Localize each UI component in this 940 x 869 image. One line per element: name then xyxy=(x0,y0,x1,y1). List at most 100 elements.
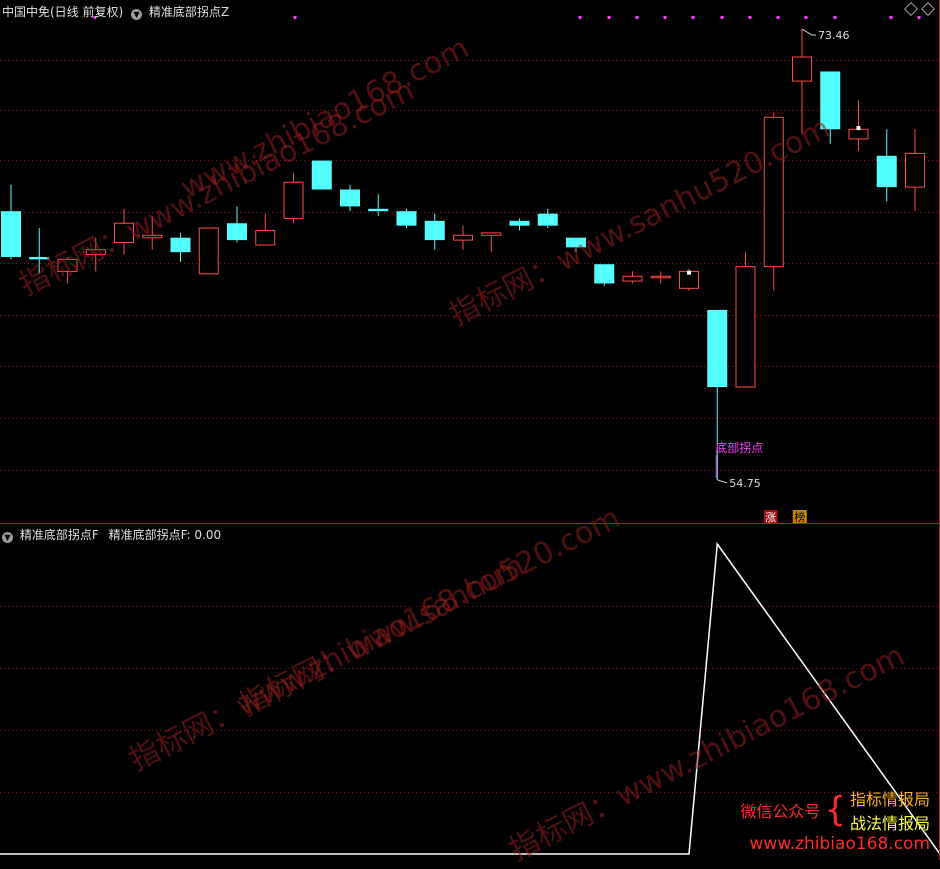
promo-block: 微信公众号 { 指标情报局 战法情报局 www.zhibiao168.com xyxy=(740,786,930,854)
chevron-down-icon[interactable]: ▼ xyxy=(131,9,143,20)
candle-body-down xyxy=(311,160,332,190)
candle-body-up xyxy=(650,275,671,279)
top-marker-dot xyxy=(776,16,780,19)
top-marker-dot xyxy=(663,16,667,19)
top-marker-dot xyxy=(720,16,724,19)
candle[interactable] xyxy=(255,213,276,246)
max-price-label: 73.46 xyxy=(818,29,850,42)
candle-body-down xyxy=(368,208,389,212)
indicator-title[interactable]: 精准底部拐点Z xyxy=(149,5,229,19)
candle[interactable] xyxy=(566,237,586,253)
candle-body-up xyxy=(453,234,473,241)
min-pointer xyxy=(717,479,728,484)
candle-body-up xyxy=(114,222,134,244)
candle-body-down xyxy=(170,237,191,253)
candle-body-down xyxy=(340,189,360,207)
candle[interactable] xyxy=(57,256,78,284)
candle[interactable] xyxy=(340,184,360,212)
candle-body-down xyxy=(1,211,21,257)
candle-body-down xyxy=(820,71,841,130)
top-marker-dot xyxy=(804,16,808,19)
candle[interactable] xyxy=(792,29,812,135)
candle[interactable] xyxy=(170,232,191,262)
top-marker-dot xyxy=(748,16,752,19)
candle-body-up xyxy=(85,249,106,256)
top-marker-dot xyxy=(917,16,921,19)
candle[interactable] xyxy=(650,271,671,284)
candle-body-down xyxy=(876,155,897,188)
min-price-label: 54.75 xyxy=(729,477,761,490)
candle[interactable] xyxy=(481,232,502,253)
candle[interactable] xyxy=(29,228,50,274)
candle-body-down xyxy=(509,220,530,226)
promo-line-1: 指标情报局 xyxy=(849,790,930,809)
candle[interactable] xyxy=(876,129,897,202)
top-marker-dot xyxy=(607,16,611,19)
candle[interactable] xyxy=(820,71,841,144)
candle-body-down xyxy=(396,211,417,226)
candle-body-up xyxy=(763,116,784,268)
candle[interactable] xyxy=(735,252,756,388)
sub-indicator-name[interactable]: 精准底部拐点F xyxy=(20,528,99,542)
candle[interactable] xyxy=(311,160,332,190)
cost-marker xyxy=(687,270,691,275)
candle[interactable] xyxy=(905,129,925,212)
candle-body-down xyxy=(566,237,586,248)
top-marker-dot xyxy=(293,16,297,19)
candle-body-up xyxy=(283,181,304,219)
top-marker-dot xyxy=(889,16,893,19)
candle[interactable] xyxy=(114,208,134,255)
candle[interactable] xyxy=(453,225,473,250)
candle-body-down xyxy=(29,256,50,260)
candle[interactable] xyxy=(509,218,530,231)
candle[interactable] xyxy=(1,184,21,260)
badge-label: 涨 xyxy=(765,511,776,524)
top-marker-dot xyxy=(691,16,695,19)
candle-body-up xyxy=(142,234,163,239)
candle-body-up xyxy=(481,232,502,236)
chevron-down-icon[interactable]: ▼ xyxy=(2,532,13,543)
candle[interactable] xyxy=(396,208,417,229)
candle[interactable] xyxy=(85,237,106,272)
candle[interactable] xyxy=(424,213,445,250)
candle[interactable] xyxy=(848,100,869,151)
candle[interactable] xyxy=(142,216,163,250)
sub-indicator-value: 精准底部拐点F: 0.00 xyxy=(108,528,222,542)
chart-canvas: 73.46 54.75 底部拐点涨 榜 xyxy=(0,0,940,860)
top-marker-dot xyxy=(635,16,639,19)
candle-body-up xyxy=(848,128,869,140)
top-marker-dot xyxy=(578,16,582,19)
badge-label: 榜 xyxy=(794,510,805,524)
main-grid xyxy=(0,60,940,471)
promo-line-2: 战法情报局 xyxy=(849,814,930,833)
candle-body-down xyxy=(594,264,615,284)
candle-body-up xyxy=(57,258,78,272)
candle-body-down xyxy=(424,220,445,241)
main-chart-header: 中国中免(日线 前复权) ▼ 精准底部拐点Z xyxy=(2,3,229,20)
candle[interactable] xyxy=(368,194,389,217)
candle-body-up xyxy=(735,266,756,388)
promo-wechat-label: 微信公众号 xyxy=(740,802,821,821)
candle[interactable] xyxy=(198,227,219,275)
candle[interactable] xyxy=(594,264,615,286)
brace-icon: { xyxy=(824,790,846,830)
candle-body-up xyxy=(255,229,276,246)
candle[interactable] xyxy=(537,208,558,229)
cost-marker xyxy=(856,126,861,131)
candlestick-series xyxy=(1,29,925,480)
candle-body-up xyxy=(198,227,219,275)
stock-title[interactable]: 中国中免(日线 前复权) xyxy=(2,5,123,19)
top-marker-dot xyxy=(833,16,837,19)
sub-chart-header: ▼ 精准底部拐点F 精准底部拐点F: 0.00 xyxy=(2,526,221,543)
promo-url[interactable]: www.zhibiao168.com xyxy=(740,834,930,854)
max-pointer xyxy=(801,28,813,36)
candle[interactable] xyxy=(763,112,784,291)
signal-label: 底部拐点 xyxy=(715,440,763,455)
candle-body-up xyxy=(792,56,812,82)
sub-grid xyxy=(0,606,940,793)
candle[interactable] xyxy=(283,172,304,224)
candle[interactable] xyxy=(227,206,247,243)
candle[interactable] xyxy=(622,271,643,284)
candle-body-up xyxy=(905,152,925,188)
candle-body-down xyxy=(707,309,728,388)
